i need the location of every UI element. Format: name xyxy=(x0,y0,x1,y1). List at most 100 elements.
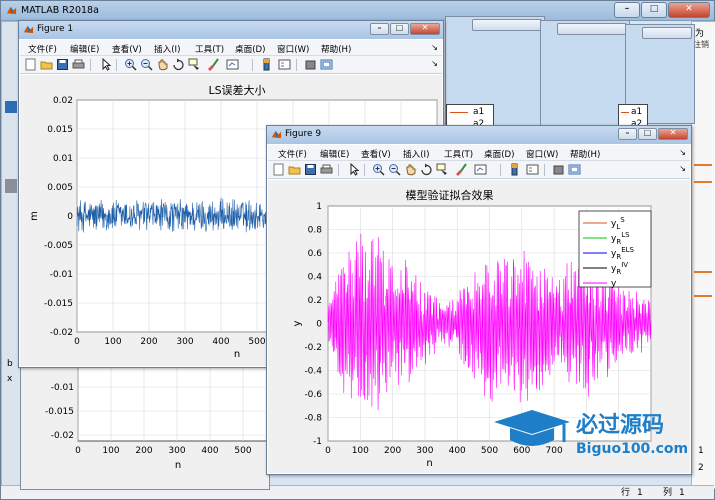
menu-file[interactable]: 文件(F) xyxy=(278,148,307,160)
figure-1-title: Figure 1 xyxy=(37,24,74,34)
chart-title: LS误差大小 xyxy=(208,83,265,97)
print-icon[interactable] xyxy=(72,58,85,71)
link-plot-icon[interactable] xyxy=(226,58,239,71)
watermark: 必过源码 Biguo100.com xyxy=(492,408,702,458)
ytick-label: 0.8 xyxy=(308,226,323,236)
figure-9-minimize-button[interactable]: – xyxy=(618,128,637,140)
zoom-out-icon[interactable] xyxy=(140,58,153,71)
brush-icon[interactable] xyxy=(206,58,219,71)
pan-hand-icon[interactable] xyxy=(404,163,417,176)
matlab-logo-icon xyxy=(6,6,17,15)
toolbar-dock-arrow-icon[interactable]: ↘ xyxy=(431,59,438,68)
toolbar-separator xyxy=(116,59,117,71)
close-icon: ✕ xyxy=(421,23,429,32)
menu-view[interactable]: 查看(V) xyxy=(361,148,391,160)
menu-desktop[interactable]: 桌面(D) xyxy=(235,43,266,55)
xtick-label: 0 xyxy=(325,446,331,456)
menu-tools[interactable]: 工具(T) xyxy=(444,148,473,160)
menu-help[interactable]: 帮助(H) xyxy=(321,43,351,55)
zoom-in-icon[interactable] xyxy=(372,163,385,176)
menu-view[interactable]: 查看(V) xyxy=(112,43,142,55)
rotate-3d-icon[interactable] xyxy=(420,163,433,176)
new-file-icon[interactable] xyxy=(272,163,285,176)
pan-hand-icon[interactable] xyxy=(156,58,169,71)
link-plot-icon[interactable] xyxy=(474,163,487,176)
dock-arrow-icon[interactable]: ↘ xyxy=(679,148,686,157)
x-axis-label: n xyxy=(426,458,432,469)
ytick-label: 0.2 xyxy=(308,296,322,306)
menu-file[interactable]: 文件(F) xyxy=(28,43,57,55)
print-icon[interactable] xyxy=(320,163,333,176)
toolbar-separator xyxy=(338,164,339,176)
show-plot-tools-icon[interactable] xyxy=(320,58,333,71)
legend[interactable]: yLSyRLSyRELSyRIVy xyxy=(578,210,652,289)
save-icon[interactable] xyxy=(56,58,69,71)
figure-1-close-button[interactable]: ✕ xyxy=(410,23,440,35)
open-folder-icon[interactable] xyxy=(40,58,53,71)
matlab-window-title: MATLAB R2018a xyxy=(21,5,99,16)
xtick-label: 100 xyxy=(104,337,121,347)
menu-tools[interactable]: 工具(T) xyxy=(195,43,224,55)
watermark-graduation-cap-icon: 必过源码 Biguo100.com xyxy=(494,410,688,457)
zoom-in-icon[interactable] xyxy=(124,58,137,71)
figure-icon xyxy=(23,25,34,34)
left-clipped-text-x: x xyxy=(7,374,13,384)
maximize-icon: □ xyxy=(649,4,659,14)
open-folder-icon[interactable] xyxy=(288,163,301,176)
colorbar-icon[interactable] xyxy=(508,163,521,176)
right-orange-mark-1 xyxy=(694,164,712,166)
rotate-3d-icon[interactable] xyxy=(172,58,185,71)
figure-9-close-button[interactable]: ✕ xyxy=(658,128,688,140)
menu-window[interactable]: 窗口(W) xyxy=(526,148,558,160)
figure-9-menubar: 文件(F) 编辑(E) 查看(V) 插入(I) 工具(T) 桌面(D) 窗口(W… xyxy=(268,145,690,161)
dock-arrow-icon[interactable]: ↘ xyxy=(431,43,438,52)
colorbar-icon[interactable] xyxy=(260,58,273,71)
menu-desktop[interactable]: 桌面(D) xyxy=(484,148,515,160)
y-axis-label: y xyxy=(292,320,303,326)
toolbar-dock-arrow-icon[interactable]: ↘ xyxy=(679,164,686,173)
figure-9-maximize-button[interactable]: □ xyxy=(638,128,657,140)
legend-icon[interactable] xyxy=(278,58,291,71)
right-value-2: 2 xyxy=(698,463,704,473)
hidden-xtick-label: 300 xyxy=(168,446,185,456)
maximize-button[interactable]: □ xyxy=(641,2,667,18)
status-row-label: 行 xyxy=(621,488,631,498)
zoom-out-icon[interactable] xyxy=(388,163,401,176)
menu-help[interactable]: 帮助(H) xyxy=(570,148,600,160)
hidden-x-axis-label: n xyxy=(175,460,181,471)
menu-edit[interactable]: 编辑(E) xyxy=(70,43,99,55)
close-icon: ✕ xyxy=(669,128,677,137)
pointer-icon[interactable] xyxy=(348,162,361,176)
legend-icon[interactable] xyxy=(526,163,539,176)
hide-plot-tools-icon[interactable] xyxy=(304,58,317,71)
figure-1-title-bar[interactable]: Figure 1 – □ ✕ xyxy=(19,21,443,39)
menu-window[interactable]: 窗口(W) xyxy=(277,43,309,55)
right-orange-mark-4 xyxy=(694,295,712,297)
right-partial-text-1: 为 xyxy=(695,29,705,39)
ytick-label: -0.4 xyxy=(304,367,322,377)
data-cursor-icon[interactable] xyxy=(188,58,201,71)
matlab-title-bar[interactable]: MATLAB R2018a – □ ✕ xyxy=(1,1,714,21)
watermark-main-text: 必过源码 xyxy=(576,412,664,438)
figure-9-title-bar[interactable]: Figure 9 – □ ✕ xyxy=(267,126,691,144)
save-icon[interactable] xyxy=(304,163,317,176)
figure-1-menubar: 文件(F) 编辑(E) 查看(V) 插入(I) 工具(T) 桌面(D) 窗口(W… xyxy=(20,40,442,56)
hidden-xtick-label: 0 xyxy=(75,446,81,456)
ytick-label: 0 xyxy=(67,212,73,222)
menu-insert[interactable]: 插入(I) xyxy=(403,148,429,160)
sidebar-scroll-thumb[interactable] xyxy=(5,179,17,193)
hide-plot-tools-icon[interactable] xyxy=(552,163,565,176)
minimize-button[interactable]: – xyxy=(614,2,640,18)
show-plot-tools-icon[interactable] xyxy=(568,163,581,176)
figure-1-minimize-button[interactable]: – xyxy=(370,23,389,35)
hidden-figure-panel: -0.01-0.015-0.020100200300400500600n xyxy=(20,350,285,490)
pointer-icon[interactable] xyxy=(100,57,113,71)
new-file-icon[interactable] xyxy=(24,58,37,71)
right-orange-mark-2 xyxy=(694,181,712,183)
brush-icon[interactable] xyxy=(454,163,467,176)
menu-insert[interactable]: 插入(I) xyxy=(154,43,180,55)
menu-edit[interactable]: 编辑(E) xyxy=(320,148,349,160)
close-button[interactable]: ✕ xyxy=(668,2,710,18)
figure-1-maximize-button[interactable]: □ xyxy=(390,23,409,35)
data-cursor-icon[interactable] xyxy=(436,163,449,176)
